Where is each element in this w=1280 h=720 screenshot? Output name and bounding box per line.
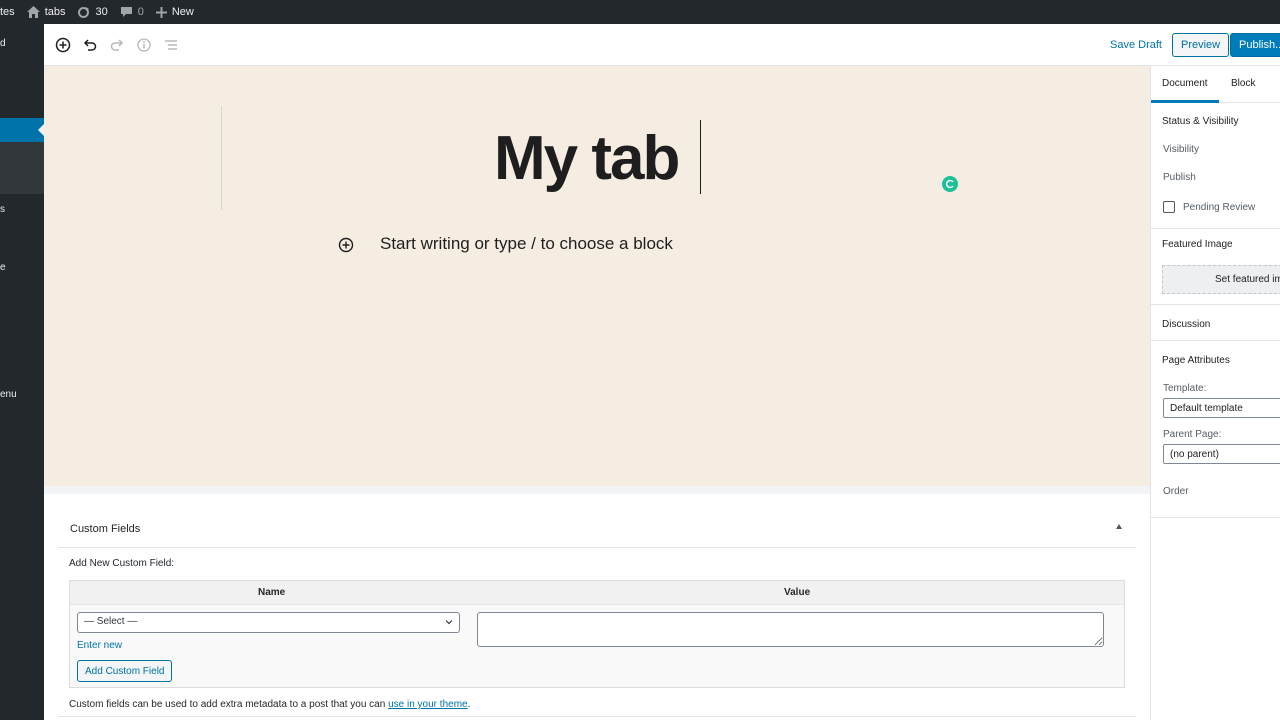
panel-status-visibility: Status & Visibility Visibility Publish P… xyxy=(1151,103,1280,229)
admin-submenu xyxy=(0,142,44,194)
custom-field-key-select[interactable]: — Select — xyxy=(77,612,460,633)
sidebar-tabs: Document Block xyxy=(1151,66,1280,103)
meta-boxes: Custom Fields Add New Custom Field: Name… xyxy=(44,486,1150,720)
grammarly-icon[interactable] xyxy=(942,176,958,192)
panel-discussion-title[interactable]: Discussion xyxy=(1162,319,1210,330)
editor-canvas[interactable]: My tab Start writing or type / to choose… xyxy=(44,66,1150,486)
caret-up-icon[interactable] xyxy=(1116,524,1122,529)
settings-sidebar: Document Block Status & Visibility Visib… xyxy=(1150,66,1280,720)
plus-icon xyxy=(155,6,167,18)
undo-icon[interactable] xyxy=(80,35,100,55)
custom-fields-header[interactable]: Custom Fields xyxy=(58,504,1136,548)
comment-icon xyxy=(120,7,132,17)
updates-count: 30 xyxy=(95,6,108,18)
enter-new-link[interactable]: Enter new xyxy=(77,640,122,651)
block-inserter-icon[interactable] xyxy=(338,237,354,253)
column-header-value: Value xyxy=(784,587,811,598)
panel-featured-image-title[interactable]: Featured Image xyxy=(1162,239,1233,250)
custom-fields-note: Custom fields can be used to add extra m… xyxy=(69,699,470,710)
admin-bar-site-link[interactable]: tabs xyxy=(26,0,66,24)
custom-fields-table-head: Name Value xyxy=(70,581,1124,605)
post-title[interactable]: My tab xyxy=(494,124,680,194)
add-custom-field-label: Add New Custom Field: xyxy=(69,558,175,569)
text-caret xyxy=(700,120,701,194)
list-view-icon[interactable] xyxy=(161,35,181,55)
order-label: Order xyxy=(1163,486,1189,497)
pending-review-label: Pending Review xyxy=(1183,202,1256,213)
chevron-down-icon xyxy=(445,620,453,625)
template-select[interactable]: Default template xyxy=(1163,398,1280,418)
editor-toolbar: Save Draft Preview Publish... xyxy=(44,24,1280,66)
custom-fields-note-suffix: . xyxy=(467,699,471,710)
panel-discussion: Discussion xyxy=(1151,305,1280,341)
visibility-label: Visibility xyxy=(1163,144,1199,155)
info-icon[interactable] xyxy=(134,35,154,55)
custom-fields-note-text: Custom fields can be used to add extra m… xyxy=(69,699,389,710)
panel-page-attributes: Page Attributes Template: Default templa… xyxy=(1151,341,1280,518)
tab-block[interactable]: Block xyxy=(1231,78,1255,89)
admin-menu-item-comments[interactable]: s xyxy=(0,204,5,215)
parent-page-select-value: (no parent) xyxy=(1170,449,1219,460)
pending-review-checkbox[interactable] xyxy=(1163,201,1175,213)
new-label: New xyxy=(171,6,194,18)
panel-status-visibility-title[interactable]: Status & Visibility xyxy=(1162,116,1239,127)
parent-page-select[interactable]: (no parent) xyxy=(1163,444,1280,464)
parent-page-label: Parent Page: xyxy=(1163,429,1222,440)
block-placeholder[interactable]: Start writing or type / to choose a bloc… xyxy=(380,234,673,254)
admin-menu-item-appearance[interactable]: e xyxy=(0,262,6,273)
use-in-theme-link[interactable]: use in your theme xyxy=(388,699,468,710)
admin-menu-item-collapse[interactable]: enu xyxy=(0,389,17,400)
divider xyxy=(58,716,1136,717)
set-featured-image-label: Set featured im xyxy=(1215,274,1280,285)
site-name: tabs xyxy=(44,6,66,18)
publish-label: Publish xyxy=(1163,172,1196,183)
admin-menu: d s e enu xyxy=(0,24,44,720)
column-header-name: Name xyxy=(258,587,286,598)
publish-button[interactable]: Publish... xyxy=(1230,33,1280,57)
preview-button[interactable]: Preview xyxy=(1172,33,1230,57)
home-icon xyxy=(26,6,40,18)
admin-bar-new[interactable]: New xyxy=(155,0,194,24)
set-featured-image-button[interactable]: Set featured im xyxy=(1162,265,1280,294)
redo-icon[interactable] xyxy=(107,35,127,55)
panel-page-attributes-title[interactable]: Page Attributes xyxy=(1162,355,1230,366)
admin-bar: tes tabs 30 0 New xyxy=(0,0,1280,24)
save-draft-button[interactable]: Save Draft xyxy=(1110,39,1162,51)
admin-bar-updates[interactable]: 30 xyxy=(77,0,108,24)
admin-bar-sites-label: tes xyxy=(0,6,15,18)
add-custom-field-button[interactable]: Add Custom Field xyxy=(77,660,173,682)
tab-document[interactable]: Document xyxy=(1162,78,1208,89)
admin-bar-comments[interactable]: 0 xyxy=(120,0,144,24)
comments-count: 0 xyxy=(137,6,144,18)
template-label: Template: xyxy=(1163,383,1207,394)
panel-featured-image: Featured Image Set featured im xyxy=(1151,229,1280,305)
updates-icon xyxy=(78,6,90,18)
custom-fields-table: Name Value — Select — Enter new Add Cust… xyxy=(69,580,1125,688)
template-select-value: Default template xyxy=(1170,403,1243,414)
add-block-icon[interactable] xyxy=(53,35,73,55)
custom-field-key-select-value: — Select — xyxy=(84,616,138,627)
custom-field-value-textarea[interactable] xyxy=(477,612,1104,647)
admin-bar-sites[interactable]: tes xyxy=(0,0,15,24)
admin-menu-item-dashboard[interactable]: d xyxy=(0,38,6,49)
custom-fields-title: Custom Fields xyxy=(70,523,141,535)
